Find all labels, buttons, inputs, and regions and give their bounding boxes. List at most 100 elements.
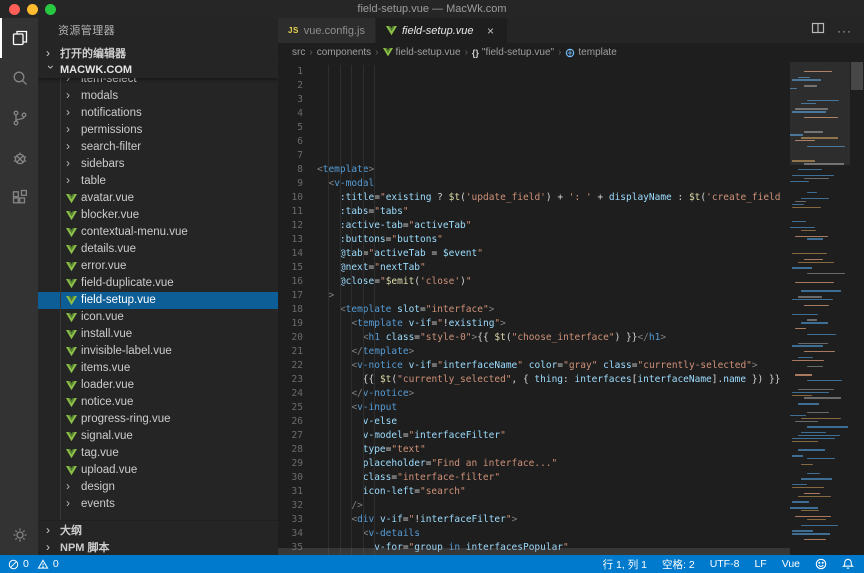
minimap[interactable] (790, 62, 850, 555)
breadcrumb-separator: › (465, 47, 468, 58)
code-line-25: /> (317, 499, 790, 513)
tree-item-design[interactable]: ›design (38, 479, 278, 496)
breadcrumb-separator: › (375, 47, 378, 58)
vue-file-icon (66, 296, 77, 305)
tree-item-events[interactable]: ›events (38, 496, 278, 513)
tree-item-error.vue[interactable]: error.vue (38, 258, 278, 275)
code-lines: <template> <v-modal :title="existing ? $… (312, 62, 790, 555)
vue-file-icon (66, 279, 77, 288)
settings-gear-icon[interactable] (0, 515, 38, 555)
js-file-icon: JS (288, 26, 299, 35)
split-editor-icon[interactable] (811, 21, 825, 40)
tab-vue.config.js[interactable]: JSvue.config.js (278, 18, 376, 43)
line-numbers: 1234567891011121314151617181920212223242… (278, 62, 312, 555)
section-open-editors[interactable]: › 打开的编辑器 (38, 44, 278, 62)
explorer-icon[interactable] (0, 18, 38, 58)
breadcrumb-item-5[interactable]: template (565, 47, 616, 58)
more-actions-icon[interactable]: ··· (837, 24, 852, 38)
status-item-3[interactable]: UTF-8 (710, 558, 740, 570)
horizontal-scrollbar-slider[interactable] (278, 548, 790, 555)
status-item-5[interactable]: Vue (782, 558, 800, 570)
tree-item-field-setup.vue[interactable]: field-setup.vue (38, 292, 278, 309)
feedback-smiley-icon[interactable] (815, 558, 827, 570)
search-icon[interactable] (0, 58, 38, 98)
notifications-bell-icon[interactable] (842, 558, 854, 570)
code-line-26: <div v-if="!interfaceFilter"> (317, 513, 790, 527)
code-line-27: <v-details (317, 527, 790, 541)
close-window-button[interactable] (9, 4, 20, 15)
minimize-window-button[interactable] (27, 4, 38, 15)
problems-indicator[interactable]: 0 0 (8, 558, 59, 570)
code-line-22: placeholder="Find an interface..." (317, 457, 790, 471)
code-line-24: icon-left="search" (317, 485, 790, 499)
section-npm-scripts[interactable]: › NPM 脚本 (38, 538, 278, 555)
debug-icon[interactable] (0, 138, 38, 178)
tree-item-signal.vue[interactable]: signal.vue (38, 428, 278, 445)
breadcrumb-item-3[interactable]: field-setup.vue (383, 47, 461, 58)
tree-item-upload.vue[interactable]: upload.vue (38, 462, 278, 479)
tree-item-items.vue[interactable]: items.vue (38, 360, 278, 377)
tree-item-notice.vue[interactable]: notice.vue (38, 394, 278, 411)
symbol-template-icon (565, 48, 575, 58)
code-line-20: v-model="interfaceFilter" (317, 429, 790, 443)
code-line-21: type="text" (317, 443, 790, 457)
tree-item-field-duplicate.vue[interactable]: field-duplicate.vue (38, 275, 278, 292)
code-line-4: :tabs="tabs" (317, 205, 790, 219)
code-line-9: @close="$emit('close')" (317, 275, 790, 289)
zoom-window-button[interactable] (45, 4, 56, 15)
source-control-icon[interactable] (0, 98, 38, 138)
tree-item-notifications[interactable]: ›notifications (38, 105, 278, 122)
chevron-right-icon: › (66, 78, 77, 86)
tree-item-contextual-menu.vue[interactable]: contextual-menu.vue (38, 224, 278, 241)
status-item-2[interactable]: 空格: 2 (662, 557, 695, 572)
tree-item-tag.vue[interactable]: tag.vue (38, 445, 278, 462)
chevron-right-icon: › (66, 479, 77, 493)
chevron-right-icon: › (66, 105, 77, 119)
breadcrumb-item-1[interactable]: src (292, 47, 305, 58)
vue-file-icon (66, 347, 77, 356)
code-line-19: v-else (317, 415, 790, 429)
window-controls[interactable] (0, 4, 56, 15)
vue-file-icon (66, 245, 77, 254)
status-item-4[interactable]: LF (754, 558, 766, 570)
vue-file-icon (66, 313, 77, 322)
chevron-right-icon: › (66, 496, 77, 510)
tree-item-loader.vue[interactable]: loader.vue (38, 377, 278, 394)
tree-item-avatar.vue[interactable]: avatar.vue (38, 190, 278, 207)
tree-item-table[interactable]: ›table (38, 173, 278, 190)
indent-guide (60, 78, 61, 520)
breadcrumb-item-2[interactable]: components (317, 47, 371, 58)
code-editor[interactable]: 1234567891011121314151617181920212223242… (278, 62, 864, 555)
status-bar-right: 行 1, 列 1 空格: 2 UTF-8 LF Vue (603, 557, 854, 572)
chevron-down-icon: › (44, 65, 58, 75)
extensions-icon[interactable] (0, 178, 38, 218)
breadcrumb: src›components›field-setup.vue›{}"field-… (278, 43, 864, 62)
tree-item-search-filter[interactable]: ›search-filter (38, 139, 278, 156)
tree-item-details.vue[interactable]: details.vue (38, 241, 278, 258)
tree-item-progress-ring.vue[interactable]: progress-ring.vue (38, 411, 278, 428)
tree-item-invisible-label.vue[interactable]: invisible-label.vue (38, 343, 278, 360)
code-line-11: <template slot="interface"> (317, 303, 790, 317)
chevron-right-icon: › (46, 46, 56, 60)
tree-item-permissions[interactable]: ›permissions (38, 122, 278, 139)
chevron-right-icon: › (46, 523, 56, 537)
section-outline[interactable]: › 大纲 (38, 521, 278, 538)
section-workspace[interactable]: › MACWK.COM (38, 62, 278, 78)
tree-item-icon.vue[interactable]: icon.vue (38, 309, 278, 326)
tree-item-item-select[interactable]: ›item-select (38, 78, 278, 88)
breadcrumb-item-4[interactable]: {}"field-setup.vue" (472, 47, 554, 58)
vertical-scrollbar[interactable] (850, 62, 864, 555)
tree-item-modals[interactable]: ›modals (38, 88, 278, 105)
tab-field-setup.vue[interactable]: field-setup.vue× (376, 18, 508, 43)
tree-item-install.vue[interactable]: install.vue (38, 326, 278, 343)
code-line-7: @tab="activeTab = $event" (317, 247, 790, 261)
status-item-1[interactable]: 行 1, 列 1 (603, 557, 647, 572)
vue-file-icon (66, 330, 77, 339)
vertical-scrollbar-slider[interactable] (851, 62, 863, 90)
close-tab-icon[interactable]: × (485, 24, 497, 38)
tree-item-blocker.vue[interactable]: blocker.vue (38, 207, 278, 224)
chevron-right-icon: › (66, 122, 77, 136)
code-line-15: <v-notice v-if="interfaceName" color="gr… (317, 359, 790, 373)
code-line-16: {{ $t("currently_selected", { thing: int… (317, 373, 790, 387)
tree-item-sidebars[interactable]: ›sidebars (38, 156, 278, 173)
